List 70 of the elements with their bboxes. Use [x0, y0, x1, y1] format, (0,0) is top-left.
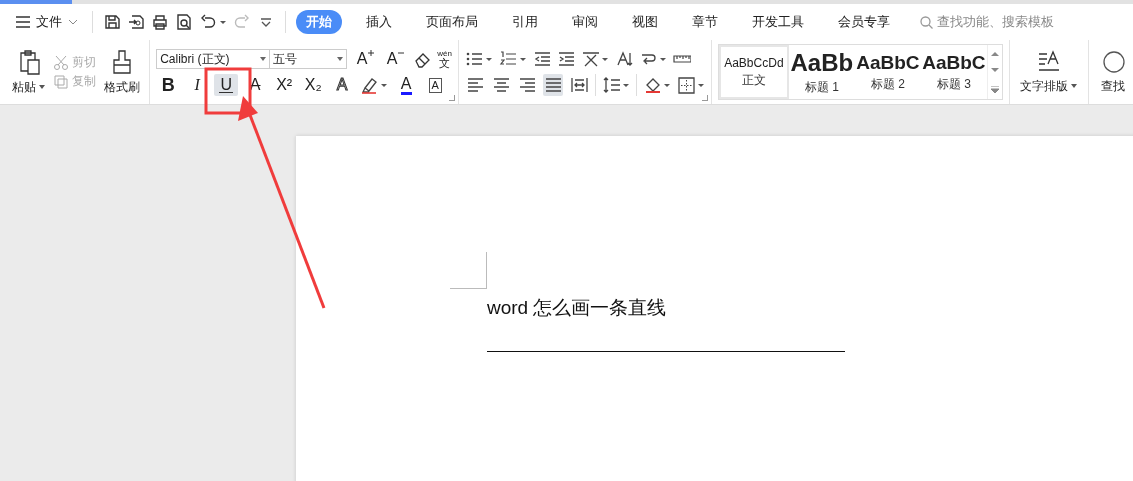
caret-icon: [337, 57, 344, 61]
font-name-dropdown[interactable]: Calibri (正文): [156, 49, 271, 69]
paintbrush-icon: [111, 48, 133, 75]
menu-icon: [16, 16, 30, 28]
undo-icon[interactable]: [199, 13, 227, 31]
text-layout-button[interactable]: 文字排版: [1018, 42, 1080, 102]
align-justify-icon[interactable]: [543, 76, 562, 94]
ribbon-tab[interactable]: 开发工具: [742, 10, 814, 34]
ribbon-tab[interactable]: 章节: [682, 10, 728, 34]
scroll-down-icon[interactable]: [990, 68, 999, 74]
ribbon-tab[interactable]: 会员专享: [828, 10, 900, 34]
annotation-box: [204, 67, 252, 115]
align-center-icon[interactable]: [491, 76, 510, 94]
highlighter-icon[interactable]: [360, 76, 389, 94]
circle-icon: [1101, 49, 1125, 74]
ribbon-tab[interactable]: 审阅: [562, 10, 608, 34]
style-preset[interactable]: AaBbCcDd 正文: [718, 45, 789, 99]
line-spacing-icon[interactable]: [601, 76, 630, 94]
style-preset[interactable]: AaBbC 标题 2: [854, 45, 921, 99]
text-effect-button[interactable]: A: [330, 74, 355, 96]
document-heading: word 怎么画一条直线: [487, 296, 667, 320]
export-icon[interactable]: [127, 13, 145, 31]
pinyin-button[interactable]: wén 文: [437, 49, 452, 69]
bullets-icon[interactable]: [464, 50, 493, 68]
borders-icon[interactable]: [676, 76, 705, 94]
align-distributed-icon[interactable]: [569, 76, 588, 94]
align-left-icon[interactable]: [465, 76, 484, 94]
minus-icon: [397, 50, 404, 56]
copy-icon: [53, 73, 69, 90]
ribbon-tab[interactable]: 引用: [502, 10, 548, 34]
bold-button[interactable]: B: [156, 74, 181, 96]
save-icon[interactable]: [103, 13, 121, 31]
margin-corner-mark: [450, 252, 487, 289]
underline-button[interactable]: U: [214, 74, 239, 96]
style-preset[interactable]: AaBbC 标题 3: [920, 45, 987, 99]
align-right-icon[interactable]: [517, 76, 536, 94]
print-icon[interactable]: [151, 13, 169, 31]
ribbon-tab[interactable]: 视图: [622, 10, 668, 34]
superscript-button[interactable]: X²: [272, 74, 297, 96]
caret-icon: [260, 57, 267, 61]
paste-button[interactable]: 粘贴: [10, 42, 47, 102]
file-menu[interactable]: 文件: [12, 11, 82, 33]
find-button[interactable]: 查找: [1099, 42, 1127, 102]
subscript-button[interactable]: X₂: [301, 74, 326, 96]
plus-icon: [367, 50, 374, 56]
italic-button[interactable]: I: [185, 74, 210, 96]
decrease-indent-icon[interactable]: [532, 50, 551, 68]
format-painter-button[interactable]: 格式刷: [102, 42, 142, 102]
sort-icon[interactable]: [614, 50, 633, 68]
style-preset[interactable]: AaBb 标题 1: [788, 45, 855, 99]
search-field[interactable]: 查找功能、搜索模板: [937, 13, 1054, 31]
chinese-layout-icon[interactable]: [580, 50, 609, 68]
ribbon-tab[interactable]: 页面布局: [416, 10, 488, 34]
search-icon: [920, 15, 933, 29]
font-size-dropdown[interactable]: 五号: [269, 49, 348, 69]
scissors-icon: [53, 54, 69, 71]
shrink-font-button[interactable]: A: [383, 48, 408, 70]
numbering-icon[interactable]: [498, 50, 527, 68]
increase-indent-icon[interactable]: [556, 50, 575, 68]
expand-icon[interactable]: [990, 85, 999, 93]
caret-icon: [39, 85, 45, 89]
caret-icon: [1071, 84, 1078, 88]
scroll-up-icon[interactable]: [990, 51, 999, 57]
grow-font-button[interactable]: A: [353, 48, 378, 70]
chevron-icon: [68, 18, 78, 26]
font-color-button[interactable]: A: [394, 74, 419, 96]
character-border-button[interactable]: A: [423, 74, 448, 96]
text-layout-icon: [1037, 49, 1060, 74]
print-preview-icon[interactable]: [175, 13, 193, 31]
ribbon-tab[interactable]: 插入: [356, 10, 402, 34]
